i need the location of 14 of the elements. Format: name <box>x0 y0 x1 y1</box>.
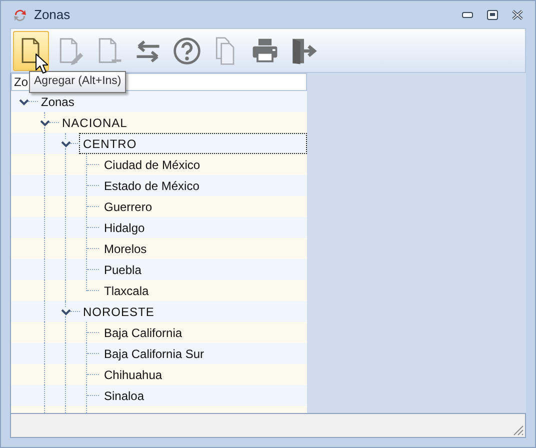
mouse-pointer-icon <box>35 53 48 74</box>
tooltip: Agregar (Alt+Ins) <box>29 71 126 93</box>
resize-grip-icon[interactable] <box>512 424 524 436</box>
minimize-icon[interactable] <box>462 12 473 18</box>
collapse-chevron-icon[interactable] <box>60 140 70 148</box>
toolbar-button[interactable] <box>13 30 49 70</box>
column-header[interactable]: Zo <box>14 73 28 91</box>
collapse-chevron-icon[interactable] <box>60 308 70 316</box>
collapse-chevron-icon[interactable] <box>40 118 50 126</box>
window-title: Zonas <box>34 6 70 24</box>
collapse-chevron-icon[interactable] <box>18 98 28 106</box>
close-icon[interactable] <box>512 10 523 20</box>
restore-icon[interactable] <box>487 10 498 20</box>
help-icon <box>172 36 202 66</box>
